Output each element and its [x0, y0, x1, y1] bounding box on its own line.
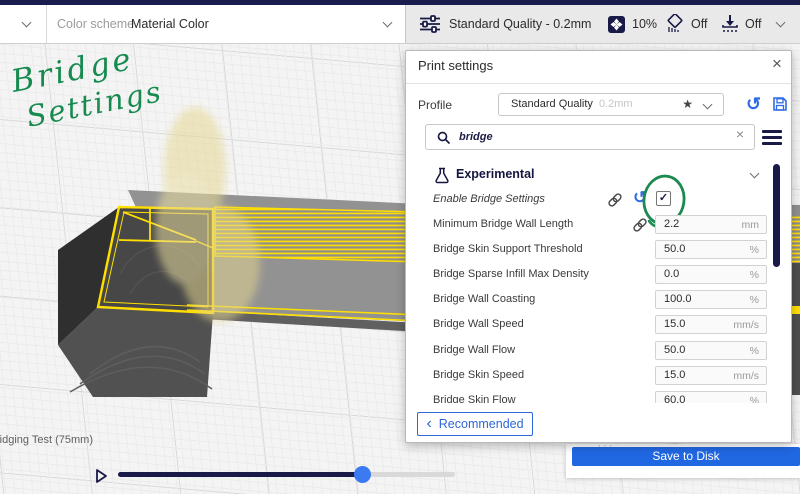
- setting-field[interactable]: 100.0%: [655, 290, 767, 309]
- setting-unit: mm: [741, 219, 760, 231]
- setting-label: Minimum Bridge Wall Length: [433, 218, 574, 230]
- link-icon[interactable]: [607, 192, 623, 208]
- play-icon[interactable]: [93, 468, 109, 484]
- setting-field[interactable]: 60.0%: [655, 391, 767, 403]
- setting-unit: mm/s: [733, 319, 759, 331]
- support-value: Off: [691, 17, 708, 31]
- adhesion-icon: [722, 15, 738, 32]
- profile-label: Profile: [418, 98, 453, 112]
- setting-label: Bridge Skin Support Threshold: [433, 243, 583, 255]
- setting-unit: %: [749, 269, 759, 281]
- setting-label: Enable Bridge Settings: [433, 193, 545, 205]
- setting-field[interactable]: 0.0%: [655, 265, 767, 284]
- setting-row: Bridge Skin Flow 60.0%: [406, 391, 771, 403]
- setting-value: 15.0: [664, 318, 686, 330]
- setting-label: Bridge Skin Flow: [433, 394, 516, 403]
- setting-value: 50.0: [664, 344, 686, 356]
- back-chevron-icon: ‹: [426, 415, 432, 432]
- infill-icon: [608, 16, 625, 33]
- setting-row-enable-bridge: Enable Bridge Settings ↺ ✓: [406, 174, 771, 229]
- view-type-chevron-icon[interactable]: [21, 17, 32, 28]
- panel-divider: [406, 83, 791, 84]
- setting-value: 100.0: [664, 293, 692, 305]
- setting-field[interactable]: 15.0 mm/s: [655, 315, 767, 334]
- section-label: Experimental: [456, 167, 535, 181]
- panel-title: Print settings: [418, 58, 494, 73]
- setting-value: 2.2: [664, 218, 680, 230]
- setting-row: Bridge Wall Speed 15.0 mm/s: [406, 315, 771, 335]
- profile-detail: 0.2mm: [598, 98, 633, 110]
- flask-icon: [435, 167, 449, 184]
- setting-row: Bridge Wall Flow 50.0%: [406, 341, 771, 361]
- setting-value: 0.0: [664, 268, 680, 280]
- settings-scrollbar[interactable]: [773, 164, 780, 267]
- toolbar-divider: [46, 5, 47, 43]
- setting-label: Bridge Skin Speed: [433, 369, 525, 381]
- path-slider-handle[interactable]: [354, 466, 371, 483]
- setting-unit: mm/s: [733, 370, 759, 382]
- setting-row: Bridge Wall Coasting 100.0%: [406, 290, 771, 310]
- profile-name: Standard Quality: [511, 98, 593, 110]
- search-query: bridge: [459, 131, 493, 143]
- close-icon[interactable]: ×: [772, 54, 782, 74]
- quality-summary: Standard Quality - 0.2mm: [449, 17, 592, 31]
- path-slider-fill: [118, 472, 362, 477]
- color-scheme-value[interactable]: Material Color: [131, 5, 209, 43]
- setting-field[interactable]: 50.0%: [655, 341, 767, 360]
- star-icon[interactable]: ★: [682, 94, 693, 115]
- tune-sliders-icon: [420, 15, 440, 33]
- window-top-strip: [0, 0, 800, 5]
- model-name-caption: ridging Test (75mm): [0, 434, 93, 446]
- profile-chevron-icon[interactable]: [702, 99, 713, 110]
- setting-field[interactable]: 15.0 mm/s: [655, 366, 767, 385]
- profile-dropdown[interactable]: Standard Quality 0.2mm ★: [498, 93, 724, 116]
- setting-unit: %: [749, 395, 759, 403]
- setting-label: Bridge Wall Speed: [433, 318, 524, 330]
- path-slider[interactable]: [118, 466, 455, 483]
- setting-field[interactable]: 2.2 mm: [655, 215, 767, 234]
- setting-unit: %: [749, 244, 759, 256]
- setting-unit: %: [749, 345, 759, 357]
- infill-value: 10%: [632, 17, 658, 31]
- top-toolbar: Color scheme Material Color Standard Qua…: [0, 5, 800, 44]
- adhesion-value: Off: [745, 17, 762, 31]
- section-chevron-icon[interactable]: [749, 168, 760, 179]
- save-profile-icon[interactable]: [772, 96, 788, 112]
- setting-row: Bridge Skin Support Threshold 50.0%: [406, 240, 771, 260]
- setting-value: 50.0: [664, 243, 686, 255]
- reset-profile-icon[interactable]: ↺: [746, 93, 761, 115]
- print-setup-summary-bar[interactable]: Standard Quality - 0.2mm 10% Off Off: [405, 5, 800, 43]
- setting-field[interactable]: 50.0%: [655, 240, 767, 259]
- recommended-label: Recommended: [438, 417, 524, 431]
- setting-value: 60.0: [664, 394, 686, 403]
- setting-label: Bridge Sparse Infill Max Density: [433, 268, 589, 280]
- link-icon[interactable]: [632, 217, 648, 233]
- search-icon: [437, 131, 451, 145]
- recommended-mode-button[interactable]: ‹ Recommended: [417, 412, 533, 436]
- setting-label: Bridge Wall Coasting: [433, 293, 536, 305]
- settings-list: Experimental Enable Bridge Settings ↺ ✓ …: [406, 161, 771, 403]
- setup-expand-chevron-icon[interactable]: [775, 17, 786, 28]
- clear-search-icon[interactable]: ×: [736, 126, 744, 142]
- setting-row: Minimum Bridge Wall Length 2.2 mm: [406, 215, 771, 235]
- sliced-model-sliver: [792, 205, 800, 395]
- simulation-controls: [0, 462, 480, 492]
- setting-unit: %: [749, 294, 759, 306]
- section-experimental[interactable]: Experimental: [406, 164, 771, 186]
- color-scheme-label: Color scheme: [57, 17, 135, 31]
- setting-row: Bridge Skin Speed 15.0 mm/s: [406, 366, 771, 386]
- settings-menu-icon[interactable]: [762, 130, 782, 145]
- setting-label: Bridge Wall Flow: [433, 344, 516, 356]
- setting-row: Bridge Sparse Infill Max Density 0.0%: [406, 265, 771, 285]
- support-icon: [667, 14, 683, 32]
- settings-search-input[interactable]: bridge ×: [425, 124, 755, 150]
- color-scheme-chevron-icon[interactable]: [382, 17, 393, 28]
- print-settings-panel: Print settings × Profile Standard Qualit…: [405, 50, 792, 443]
- panel-resize-handle[interactable]: ···: [586, 440, 626, 452]
- setting-value: 15.0: [664, 369, 686, 381]
